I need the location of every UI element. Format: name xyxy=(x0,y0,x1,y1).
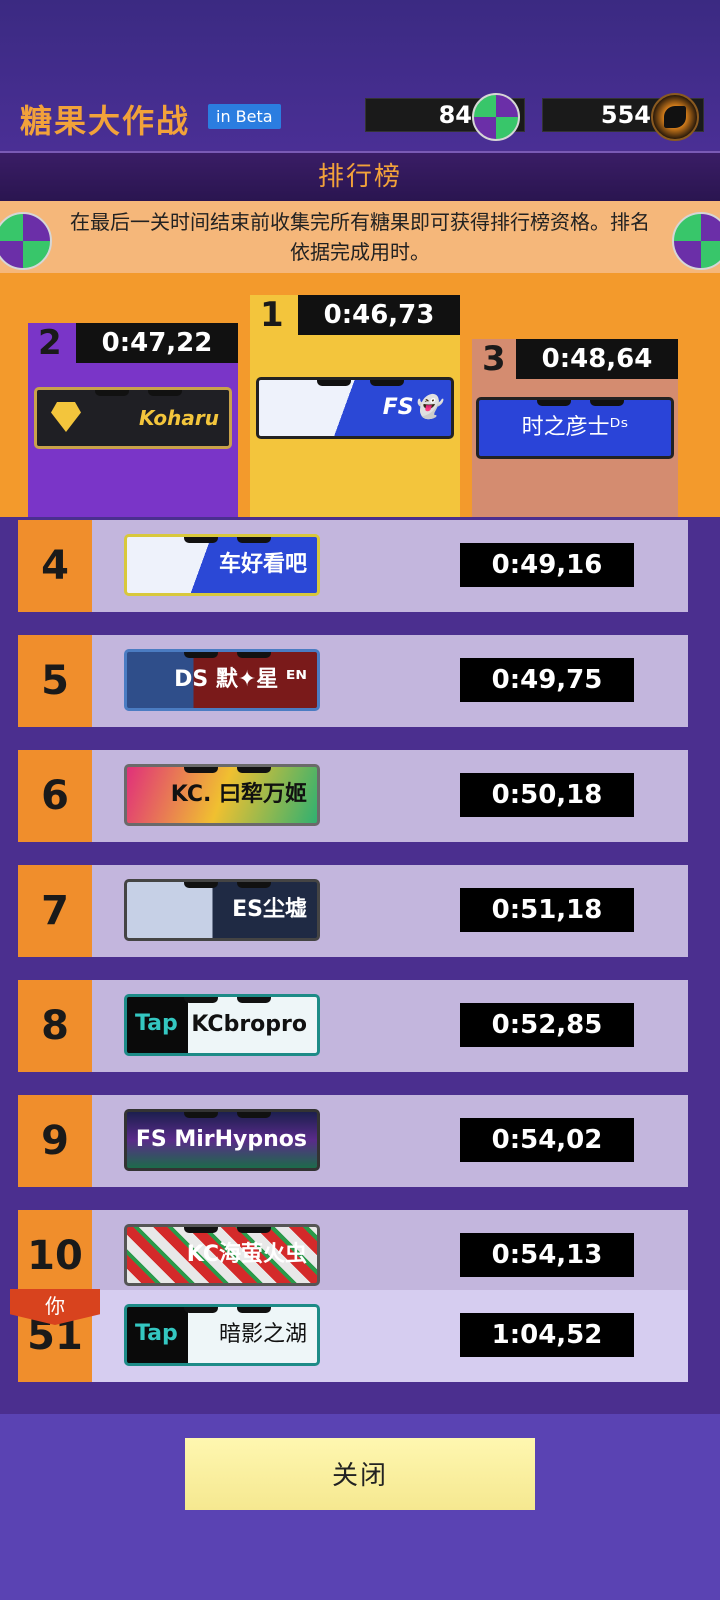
candy-count: 84 xyxy=(438,101,472,129)
player-plate: FS👻 xyxy=(256,377,454,439)
leaderboard-row[interactable]: 6 KC. 曰犂万姬 0:50,18 xyxy=(18,750,688,842)
player-name: KC. 曰犂万姬 xyxy=(170,782,307,807)
time-label: 0:54,02 xyxy=(460,1118,634,1162)
dragon-coin-icon xyxy=(651,93,699,141)
leaderboard-header: 排行榜 xyxy=(0,151,720,203)
dragon-currency[interactable]: 554 xyxy=(542,93,704,141)
candy-icon xyxy=(472,93,520,141)
leaderboard-row[interactable]: 5 DS 默✦星 ᴱᴺ 0:49,75 xyxy=(18,635,688,727)
info-text: 在最后一关时间结束前收集完所有糖果即可获得排行榜资格。排名依据完成用时。 xyxy=(70,210,650,264)
tap-logo: Tap xyxy=(135,1321,178,1346)
rank-number: 8 xyxy=(18,980,92,1072)
rank-number: 5 xyxy=(18,635,92,727)
leaderboard-row[interactable]: 4 车好看吧 0:49,16 xyxy=(18,520,688,612)
player-name: KCbropro xyxy=(191,1012,307,1037)
leaderboard-row[interactable]: 9 FS MirHypnos 0:54,02 xyxy=(18,1095,688,1187)
player-plate: Koharu xyxy=(34,387,232,449)
rank-number: 1 xyxy=(250,295,294,335)
time-label: 0:48,64 xyxy=(516,339,678,379)
time-label: 1:04,52 xyxy=(460,1313,634,1357)
time-label: 0:51,18 xyxy=(460,888,634,932)
leaderboard-row[interactable]: 7 ES尘墟 0:51,18 xyxy=(18,865,688,957)
time-label: 0:50,18 xyxy=(460,773,634,817)
player-name: 暗影之湖 xyxy=(218,1322,307,1347)
rank-number: 7 xyxy=(18,865,92,957)
diamond-icon xyxy=(51,402,81,432)
leaderboard-row[interactable]: 10 KC海萤火虫 0:54,13 xyxy=(18,1210,688,1302)
player-name: 时之彦士ᴰˢ xyxy=(521,415,629,440)
player-plate: Tap KCbropro xyxy=(124,994,320,1056)
candy-currency[interactable]: 84 xyxy=(365,93,525,141)
player-plate: ES尘墟 xyxy=(124,879,320,941)
time-label: 0:49,16 xyxy=(460,543,634,587)
time-label: 0:46,73 xyxy=(298,295,460,335)
player-name: FS MirHypnos xyxy=(135,1127,307,1152)
rank-number: 2 xyxy=(28,323,72,363)
podium-first[interactable]: 1 0:46,73 FS👻 xyxy=(250,295,460,517)
my-rank-row[interactable]: 51 Tap 暗影之湖 1:04,52 xyxy=(18,1290,688,1382)
player-name: 车好看吧 xyxy=(218,552,307,577)
time-label: 0:52,85 xyxy=(460,1003,634,1047)
player-name: DS 默✦星 ᴱᴺ xyxy=(174,667,307,692)
tap-logo: Tap xyxy=(135,1011,178,1036)
dragon-count: 554 xyxy=(600,101,651,129)
time-label: 0:54,13 xyxy=(460,1233,634,1277)
player-plate: Tap 暗影之湖 xyxy=(124,1304,320,1366)
player-plate: KC. 曰犂万姬 xyxy=(124,764,320,826)
podium: 1 0:46,73 FS👻 2 0:47,22 Koharu 3 0:48,64… xyxy=(0,273,720,517)
app-title: 糖果大作战 xyxy=(20,102,191,140)
player-plate: 时之彦士ᴰˢ xyxy=(476,397,674,459)
player-name: FS👻 xyxy=(382,395,441,420)
rank-number: 10 xyxy=(18,1210,92,1302)
player-plate: KC海萤火虫 xyxy=(124,1224,320,1286)
rank-number: 6 xyxy=(18,750,92,842)
player-name: Koharu xyxy=(139,406,219,430)
time-label: 0:47,22 xyxy=(76,323,238,363)
leaderboard-row[interactable]: 8 Tap KCbropro 0:52,85 xyxy=(18,980,688,1072)
podium-third[interactable]: 3 0:48,64 时之彦士ᴰˢ xyxy=(472,339,678,517)
close-button[interactable]: 关闭 xyxy=(185,1438,535,1510)
player-plate: DS 默✦星 ᴱᴺ xyxy=(124,649,320,711)
player-plate: FS MirHypnos xyxy=(124,1109,320,1171)
rank-number: 3 xyxy=(472,339,516,379)
player-plate: 车好看吧 xyxy=(124,534,320,596)
podium-second[interactable]: 2 0:47,22 Koharu xyxy=(28,323,238,517)
time-label: 0:49,75 xyxy=(460,658,634,702)
player-name: ES尘墟 xyxy=(232,897,307,922)
beta-badge: in Beta xyxy=(208,104,281,129)
info-banner: 在最后一关时间结束前收集完所有糖果即可获得排行榜资格。排名依据完成用时。 xyxy=(0,201,720,273)
rank-number: 9 xyxy=(18,1095,92,1187)
rank-number: 4 xyxy=(18,520,92,612)
player-name: KC海萤火虫 xyxy=(186,1242,307,1267)
